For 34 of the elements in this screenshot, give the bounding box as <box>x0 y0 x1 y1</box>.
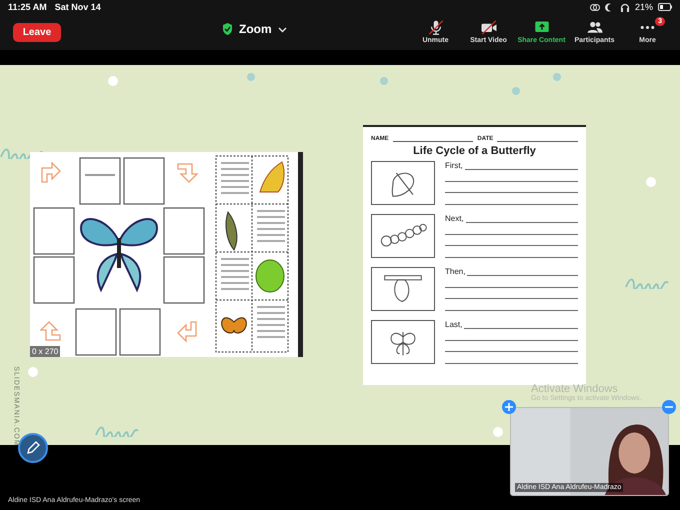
headphones-icon <box>620 2 630 12</box>
stage-label: First, <box>445 161 463 170</box>
battery-icon <box>658 3 672 11</box>
decor-dot <box>646 177 656 187</box>
battery-percent: 21% <box>634 2 653 12</box>
worksheet-title: Life Cycle of a Butterfly <box>412 145 537 157</box>
meeting-title[interactable]: Zoom <box>239 22 272 36</box>
decor-dot <box>247 73 255 81</box>
decor-dot <box>28 367 38 377</box>
more-icon <box>640 25 655 30</box>
size-label: 0 x 270 <box>30 346 60 357</box>
date-text: Sat Nov 14 <box>54 2 101 12</box>
chevron-down-icon[interactable] <box>278 26 287 32</box>
share-screen-icon <box>532 20 550 35</box>
minus-icon <box>665 406 673 408</box>
notice-title: Activate Windows <box>531 383 618 395</box>
leave-button[interactable]: Leave <box>13 22 61 42</box>
stage-label: Next, <box>445 214 464 223</box>
decor-dot <box>380 77 388 85</box>
clock-time: 11:25 AM <box>8 2 47 12</box>
muted-mic-icon <box>426 20 444 35</box>
decor-dot <box>512 87 520 95</box>
stage-label: Then, <box>445 267 466 276</box>
annotate-button[interactable] <box>18 433 48 463</box>
decor-dot <box>553 73 561 81</box>
video-off-icon <box>480 20 498 35</box>
decor-dot <box>493 427 503 437</box>
pencil-icon <box>26 441 40 455</box>
shield-icon <box>222 23 233 35</box>
participants-icon <box>586 20 604 35</box>
decor-dot <box>108 76 118 86</box>
plus-icon <box>505 403 513 411</box>
screen-mirror-icon <box>590 2 600 12</box>
stage-label: Last, <box>445 320 462 329</box>
